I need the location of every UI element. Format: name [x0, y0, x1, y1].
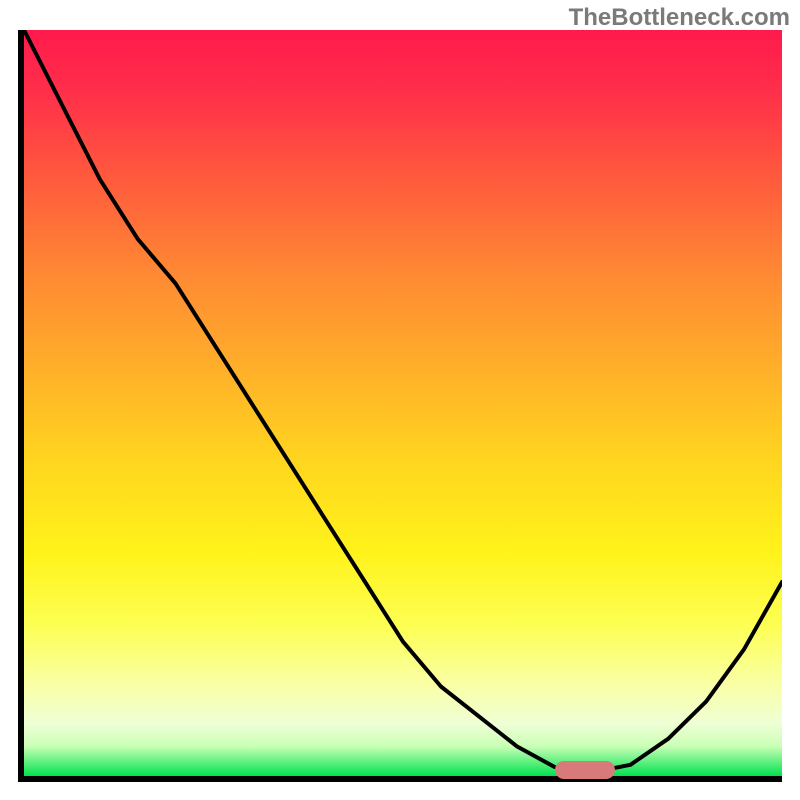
plot-frame [18, 30, 782, 782]
optimal-zone-marker [555, 761, 616, 779]
watermark-text: TheBottleneck.com [569, 4, 790, 32]
chart-container: TheBottleneck.com [0, 0, 800, 800]
bottleneck-curve [24, 30, 782, 772]
curve-svg [24, 30, 782, 776]
